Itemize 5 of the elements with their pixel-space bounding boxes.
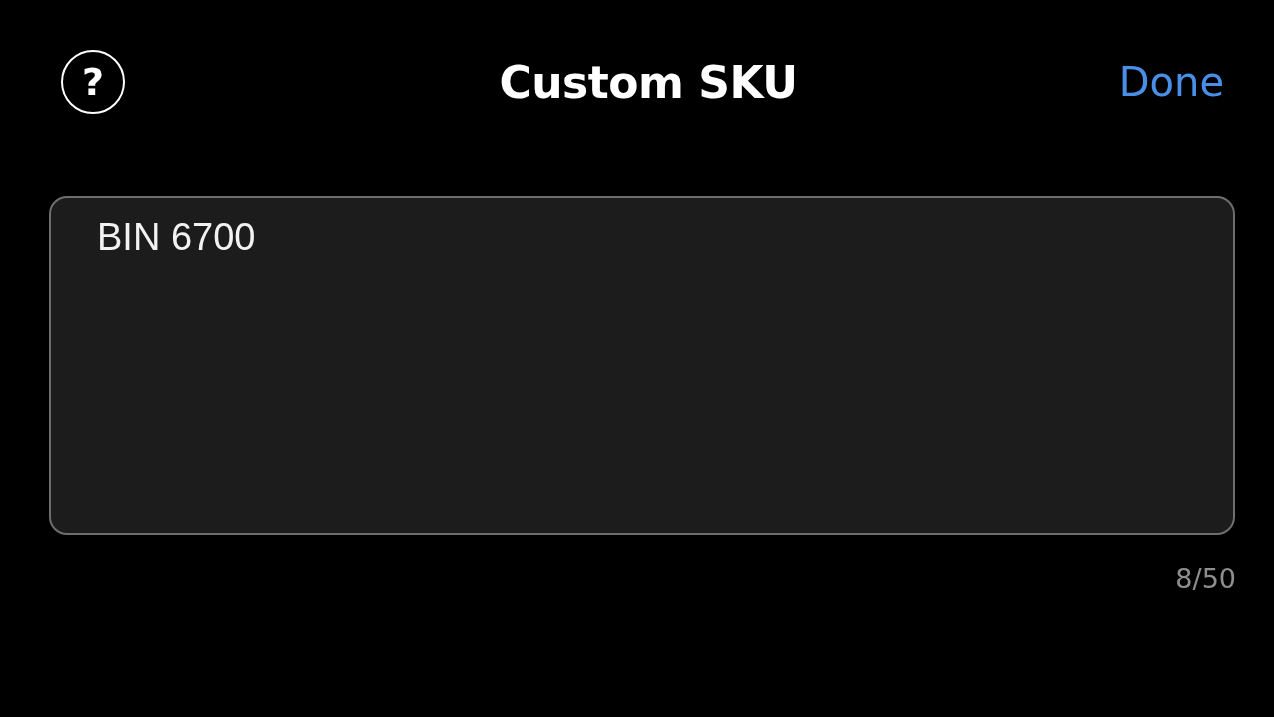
- help-button[interactable]: ?: [61, 50, 125, 114]
- done-button[interactable]: Done: [1118, 59, 1224, 105]
- character-count: 8/50: [1175, 563, 1236, 594]
- screen-title: Custom SKU: [499, 56, 798, 108]
- sku-text-field[interactable]: BIN 6700: [49, 196, 1235, 535]
